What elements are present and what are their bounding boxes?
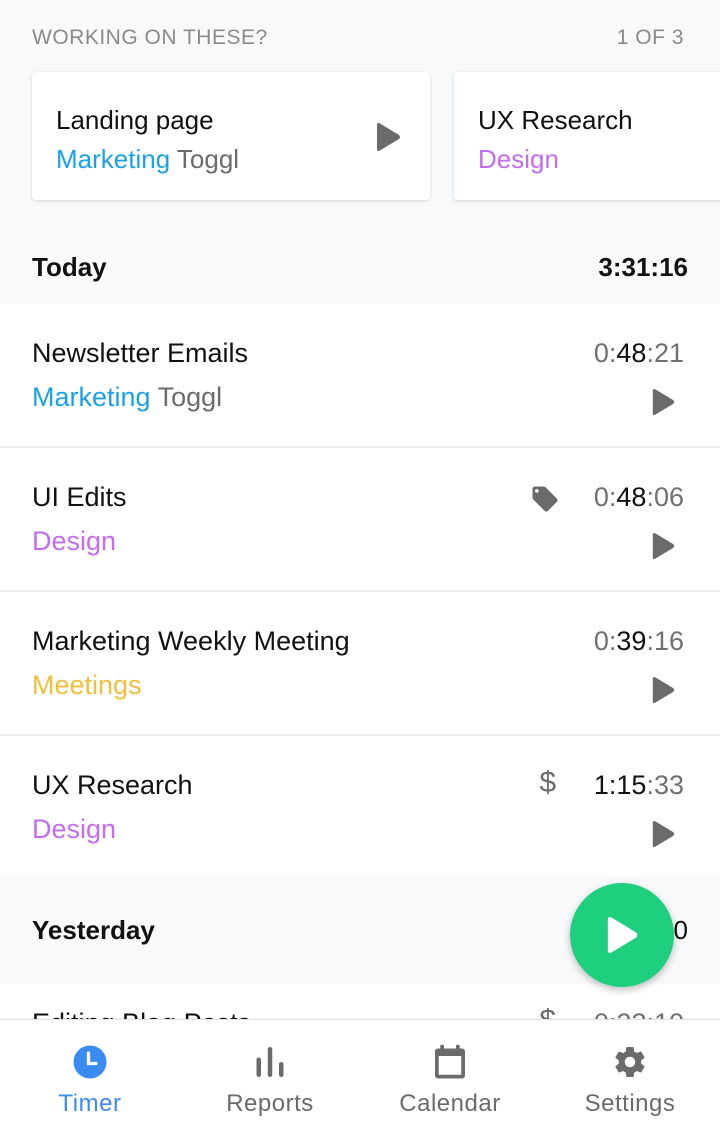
suggestion-title: Landing page <box>56 105 214 135</box>
time-entry[interactable]: UI Edits Design 0:48:06 <box>0 448 720 592</box>
play-icon[interactable] <box>650 388 676 416</box>
nav-label: Settings <box>584 1090 676 1117</box>
yesterday-title: Yesterday <box>32 914 155 945</box>
play-icon <box>607 917 638 953</box>
nav-reports[interactable]: Reports <box>180 1020 360 1133</box>
nav-label: Reports <box>226 1090 314 1117</box>
entry-project: Marketing <box>32 382 151 412</box>
dollar-icon: $ <box>539 766 556 799</box>
suggestion-card[interactable]: Landing page Marketing Toggl <box>32 72 430 200</box>
suggestions-pager: 1 OF 3 <box>616 26 684 49</box>
suggestions-carousel[interactable]: Landing page Marketing Toggl UX Research… <box>32 72 720 200</box>
play-icon[interactable] <box>374 122 402 152</box>
bar-chart-icon <box>256 1047 284 1077</box>
entry-project: Meetings <box>32 670 142 700</box>
time-entry[interactable]: Editing Blog Posts $ 0:23:10 <box>0 984 720 1024</box>
entry-title: Marketing Weekly Meeting <box>32 626 350 656</box>
nav-label: Calendar <box>399 1090 501 1117</box>
nav-settings[interactable]: Settings <box>540 1020 720 1133</box>
entry-title: UX Research <box>32 770 193 800</box>
today-title: Today <box>32 251 107 282</box>
entry-title: UI Edits <box>32 482 127 512</box>
suggestion-project: Marketing <box>56 144 171 174</box>
nav-calendar[interactable]: Calendar <box>360 1020 540 1133</box>
entry-duration: 1:15:33 <box>593 770 684 800</box>
tag-icon <box>532 486 558 512</box>
play-icon[interactable] <box>650 676 676 704</box>
suggestion-title: UX Research <box>478 105 633 135</box>
nav-label: Timer <box>58 1090 122 1117</box>
entry-duration: 0:39:16 <box>593 626 684 656</box>
entry-project: Design <box>32 814 117 844</box>
clock-icon <box>73 1045 107 1079</box>
entry-title: Newsletter Emails <box>32 338 249 368</box>
today-entries: Newsletter Emails Marketing Toggl 0:48:2… <box>0 304 720 880</box>
time-entry[interactable]: Marketing Weekly Meeting Meetings 0:39:1… <box>0 592 720 736</box>
entry-project: Design <box>32 526 117 556</box>
entry-duration: 0:48:06 <box>593 482 684 512</box>
calendar-icon <box>435 1044 465 1079</box>
entry-client: Toggl <box>157 382 223 412</box>
nav-timer[interactable]: Timer <box>0 1020 180 1133</box>
timer-screen: WORKING ON THESE? 1 OF 3 Landing page Ma… <box>0 0 720 1133</box>
yesterday-total: 0 <box>673 914 688 945</box>
today-header: Today 3:31:16 <box>0 230 720 304</box>
time-entry[interactable]: UX Research Design $ 1:15:33 <box>0 736 720 880</box>
suggestions-label: WORKING ON THESE? <box>32 26 268 49</box>
time-entry[interactable]: Newsletter Emails Marketing Toggl 0:48:2… <box>0 304 720 448</box>
suggestion-client: Toggl <box>176 144 240 174</box>
suggestions-header: WORKING ON THESE? 1 OF 3 <box>32 24 684 52</box>
suggestion-project: Design <box>478 144 559 174</box>
play-icon[interactable] <box>650 820 676 848</box>
bottom-navigation: Timer Reports Calendar Settings <box>0 1019 720 1133</box>
start-timer-button[interactable] <box>570 883 674 987</box>
suggestion-card[interactable]: UX Research Design <box>454 72 720 200</box>
gear-icon <box>615 1047 645 1078</box>
entry-duration: 0:48:21 <box>593 338 684 368</box>
yesterday-entries: Editing Blog Posts $ 0:23:10 <box>0 984 720 1024</box>
play-icon[interactable] <box>650 532 676 560</box>
today-total: 3:31:16 <box>598 251 688 282</box>
